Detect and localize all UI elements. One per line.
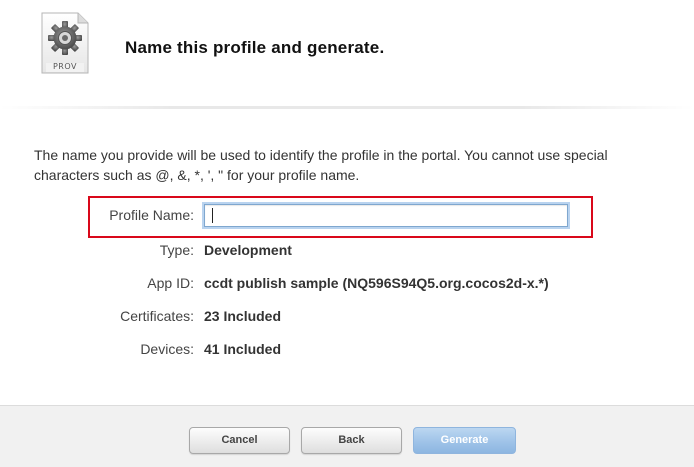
header: PROV Name this profile and generate. [0,0,694,108]
cancel-button[interactable]: Cancel [189,427,290,454]
back-button[interactable]: Back [301,427,402,454]
profile-name-input[interactable] [204,204,568,227]
type-value: Development [204,242,292,258]
intro-text: The name you provide will be used to ide… [34,147,608,183]
devices-label: Devices: [140,341,194,357]
text-cursor [212,208,213,223]
profile-name-label: Profile Name: [109,207,194,223]
provisioning-profile-icon: PROV [40,12,90,74]
generate-button[interactable]: Generate [413,427,516,454]
devices-row: Devices: 41 Included [0,338,694,360]
type-row: Type: Development [0,239,694,261]
type-label: Type: [159,242,194,258]
page-title: Name this profile and generate. [125,38,385,57]
app-id-label: App ID: [147,275,194,291]
icon-caption: PROV [52,62,77,71]
certificates-label: Certificates: [120,308,194,324]
app-id-row: App ID: ccdt publish sample (NQ596S94Q5.… [0,272,694,294]
app-id-value: ccdt publish sample (NQ596S94Q5.org.coco… [204,275,549,291]
certificates-row: Certificates: 23 Included [0,305,694,327]
devices-value: 41 Included [204,341,282,357]
certificates-value: 23 Included [204,308,282,324]
header-divider [0,106,694,109]
